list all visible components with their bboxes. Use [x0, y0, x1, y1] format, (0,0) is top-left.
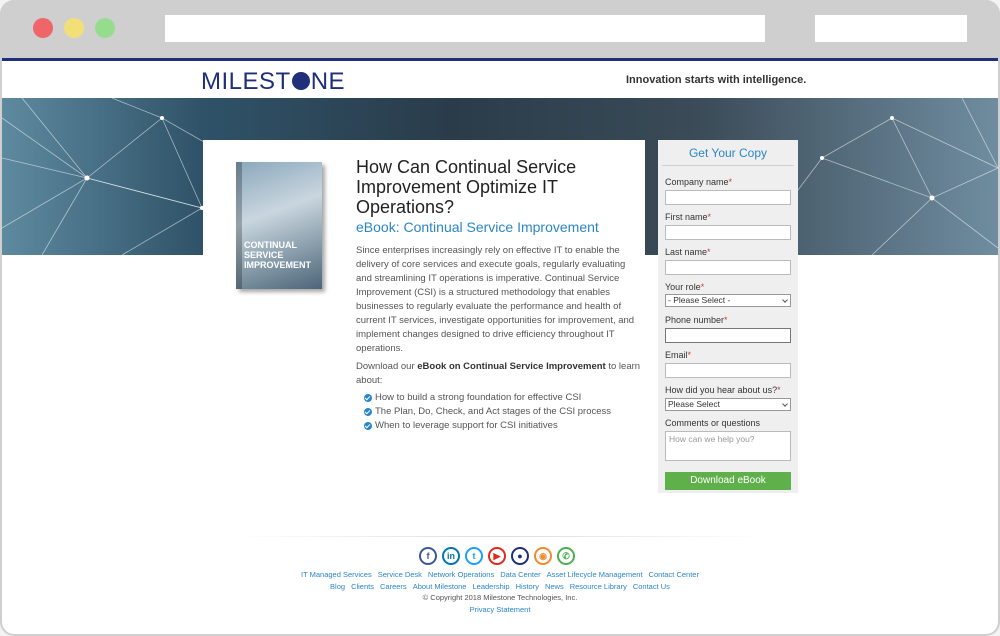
benefit-list: How to build a strong foundation for eff… [364, 391, 611, 433]
list-item: When to leverage support for CSI initiat… [364, 419, 611, 433]
twitter-icon[interactable]: t [465, 547, 483, 565]
company-name-label: Company name* [665, 177, 733, 187]
minimize-window-button[interactable] [64, 18, 84, 38]
milestone-logo[interactable]: MILEST NE [201, 68, 345, 96]
browser-chrome [0, 0, 1000, 58]
address-bar[interactable] [165, 15, 765, 42]
footer-link[interactable]: Clients [351, 582, 374, 591]
list-item-text: How to build a strong foundation for eff… [375, 392, 582, 403]
footer-link[interactable]: News [545, 582, 564, 591]
footer-link[interactable]: Resource Library [570, 582, 627, 591]
list-item: The Plan, Do, Check, and Act stages of t… [364, 405, 611, 419]
content-card: Continual Service Improvement How Can Co… [203, 140, 645, 455]
ebook-cover-title: Continual Service Improvement [244, 240, 312, 270]
footer-link[interactable]: Network Operations [428, 570, 494, 579]
footer-link[interactable]: Data Center [500, 570, 540, 579]
first-name-field[interactable] [665, 225, 791, 240]
logo-text-end: NE [310, 68, 346, 95]
footer-link[interactable]: About Milestone [413, 582, 467, 591]
first-name-label: First name* [665, 212, 712, 222]
company-name-field[interactable] [665, 190, 791, 205]
footer-divider [235, 536, 765, 537]
checkmark-icon [364, 422, 372, 430]
privacy-statement-link[interactable]: Privacy Statement [2, 604, 998, 616]
intro-paragraph: Since enterprises increasingly rely on e… [356, 245, 635, 354]
phone-icon[interactable]: ✆ [557, 547, 575, 565]
chevron-down-icon [782, 297, 788, 303]
rss-icon[interactable]: ◉ [534, 547, 552, 565]
footer-link[interactable]: Service Desk [378, 570, 422, 579]
youtube-icon[interactable]: ▶ [488, 547, 506, 565]
logo-globe-icon [291, 72, 310, 90]
comments-field[interactable]: How can we help you? [665, 431, 791, 461]
linkedin-icon[interactable]: in [442, 547, 460, 565]
social-icons: f in t ▶ ● ◉ ✆ [419, 547, 575, 565]
list-item-text: The Plan, Do, Check, and Act stages of t… [375, 406, 612, 417]
role-label: Your role* [665, 282, 705, 292]
browser-window: MILEST NE Innovation starts with intellig… [0, 0, 1000, 636]
form-title: Get Your Copy [688, 146, 768, 160]
referral-select[interactable]: Please Select [665, 398, 791, 411]
role-select-value: - Please Select - [668, 295, 731, 305]
footer-link[interactable]: Asset Lifecycle Management [547, 570, 643, 579]
download-paragraph: Download our eBook on Continual Service … [356, 360, 641, 388]
logo-text-start: MILEST [201, 68, 291, 95]
checkmark-icon [364, 408, 372, 416]
form-divider [662, 165, 794, 166]
download-text-prefix: Download our [356, 361, 418, 372]
ebook-spine [236, 162, 242, 289]
role-select[interactable]: - Please Select - [665, 294, 791, 307]
phone-field[interactable] [665, 328, 791, 343]
referral-select-value: Please Select [668, 399, 720, 409]
footer-link[interactable]: History [516, 582, 539, 591]
copyright: © Copyright 2018 Milestone Technologies,… [422, 593, 578, 602]
download-form: Get Your Copy Company name* First name* … [658, 140, 798, 493]
footer-link[interactable]: IT Managed Services [301, 570, 372, 579]
footer-link[interactable]: Careers [380, 582, 407, 591]
page-subtitle: eBook: Continual Service Improvement [356, 219, 599, 235]
footer-link[interactable]: Contact Center [649, 570, 699, 579]
footer-services-links: IT Managed Services Service Desk Network O… [2, 569, 998, 581]
referral-label: How did you hear about us?* [665, 385, 781, 395]
comments-label: Comments or questions [665, 418, 761, 428]
email-label: Email* [665, 350, 692, 360]
footer-link[interactable]: Leadership [472, 582, 509, 591]
last-name-field[interactable] [665, 260, 791, 275]
last-name-label: Last name* [665, 247, 711, 257]
download-text-bold: eBook on Continual Service Improvement [417, 361, 606, 372]
web-page: MILEST NE Innovation starts with intellig… [2, 58, 998, 634]
checkmark-icon [364, 394, 372, 402]
footer: IT Managed Services Service Desk Network O… [2, 569, 998, 615]
chevron-down-icon [782, 401, 788, 407]
close-window-button[interactable] [33, 18, 53, 38]
tagline: Innovation starts with intelligence. [626, 74, 807, 86]
facebook-icon[interactable]: f [419, 547, 437, 565]
maximize-window-button[interactable] [95, 18, 115, 38]
footer-company-links: Blog Clients Careers About Milestone Leaders… [2, 581, 998, 593]
list-item: How to build a strong foundation for eff… [364, 391, 611, 405]
page-title: How Can Continual Service Improvement Op… [356, 157, 577, 217]
footer-link[interactable]: Contact Us [633, 582, 670, 591]
email-field[interactable] [665, 363, 791, 378]
browser-search-bar[interactable] [815, 15, 967, 42]
milestone-icon[interactable]: ● [511, 547, 529, 565]
download-ebook-button[interactable]: Download eBook [665, 472, 791, 490]
ebook-cover-image: Continual Service Improvement [236, 162, 322, 289]
list-item-text: When to leverage support for CSI initiat… [375, 420, 558, 431]
phone-label: Phone number* [665, 315, 728, 325]
footer-link[interactable]: Blog [330, 582, 345, 591]
site-header: MILEST NE Innovation starts with intellig… [2, 61, 998, 98]
